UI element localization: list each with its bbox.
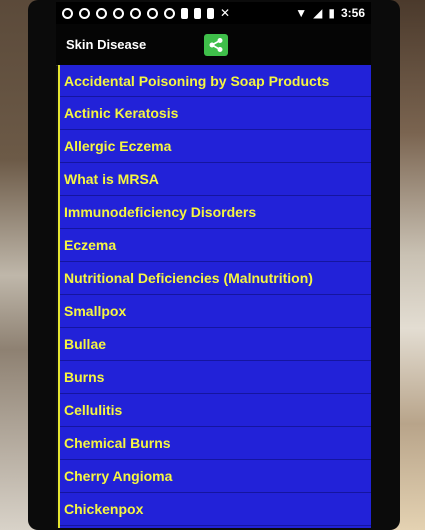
list-item[interactable]: Chemical Burns (60, 427, 371, 460)
person-icon (207, 7, 214, 19)
battery-icon: ▮ (328, 6, 335, 20)
list-item[interactable]: Chickenpox (60, 493, 371, 526)
signal-icon: ◢ (313, 6, 323, 20)
share-icon (209, 37, 223, 52)
list-item[interactable]: Bullae (60, 328, 371, 361)
notification-icon (147, 7, 158, 19)
list-item[interactable]: Burns (60, 361, 371, 394)
status-time: 3:56 (340, 6, 365, 20)
phone-screen: ✕ ▼ ◢ ▮ 3:56 Skin Disease Accidental Poi… (56, 2, 371, 528)
list-item[interactable]: Accidental Poisoning by Soap Products (60, 65, 371, 97)
wrench-icon: ✕ (220, 6, 231, 20)
disease-list: Accidental Poisoning by Soap Products Ac… (58, 65, 371, 528)
wifi-icon: ▼ (295, 6, 308, 20)
list-item[interactable]: Allergic Eczema (60, 130, 371, 163)
status-bar: ✕ ▼ ◢ ▮ 3:56 (56, 2, 371, 24)
status-bar-right: ▼ ◢ ▮ 3:56 (295, 6, 365, 20)
notification-icon (164, 7, 175, 19)
notification-icon (96, 7, 107, 19)
person-icon (181, 7, 188, 19)
list-item[interactable]: Cherry Angioma (60, 460, 371, 493)
list-item[interactable]: Immunodeficiency Disorders (60, 196, 371, 229)
share-button[interactable] (204, 33, 229, 56)
list-item[interactable]: Nutritional Deficiencies (Malnutrition) (60, 262, 371, 295)
notification-icon (62, 7, 73, 19)
notification-icon (79, 7, 90, 19)
notification-icon (130, 7, 141, 19)
app-title: Skin Disease (66, 37, 147, 52)
notification-icon (113, 7, 124, 19)
list-item[interactable]: What is MRSA (60, 163, 371, 196)
app-bar: Skin Disease (56, 24, 371, 66)
list-item[interactable]: Smallpox (60, 295, 371, 328)
person-icon (194, 7, 201, 19)
list-item[interactable]: Actinic Keratosis (60, 97, 371, 130)
list-item[interactable]: Eczema (60, 229, 371, 262)
list-item[interactable]: Cellulitis (60, 394, 371, 427)
